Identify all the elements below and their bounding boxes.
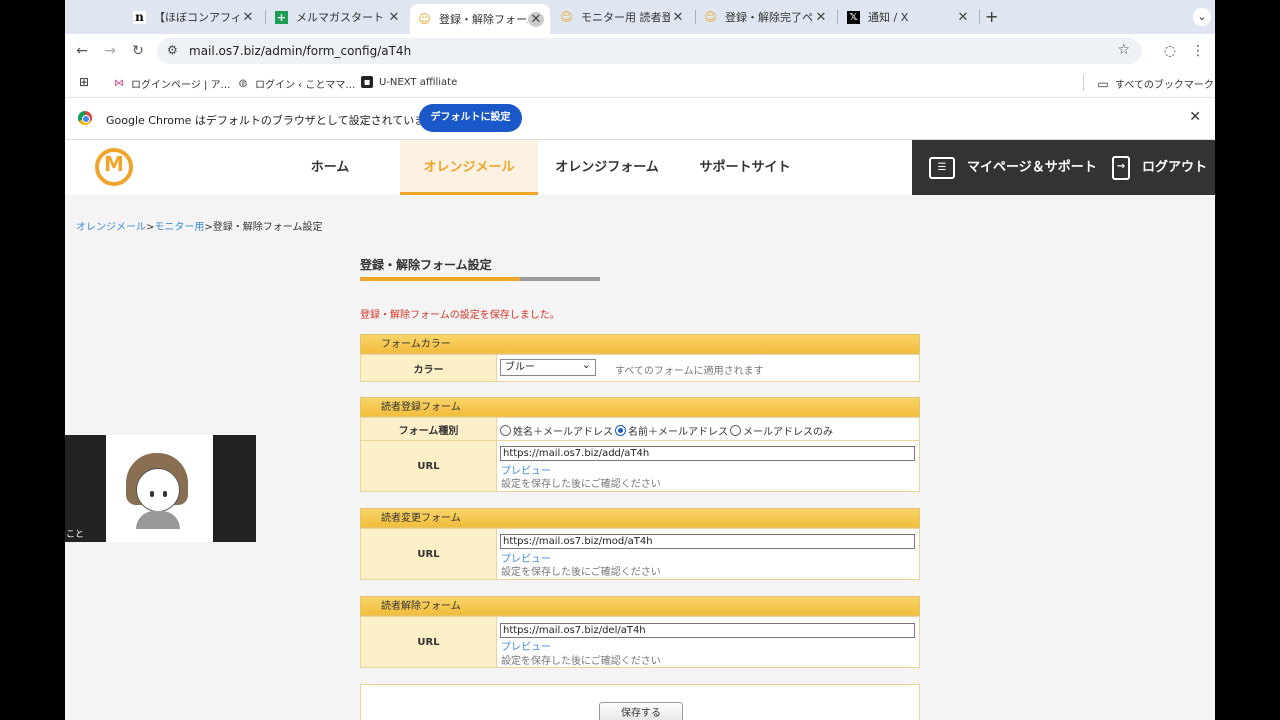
page-title: 登録・解除フォーム設定 xyxy=(360,258,492,272)
register-form-header: 読者登録フォーム xyxy=(360,397,920,417)
breadcrumb: オレンジメール>モニター用>登録・解除フォーム設定 xyxy=(76,222,323,233)
notion-favicon-icon: n xyxy=(133,10,146,24)
bookmark-2[interactable]: ◍ ログイン ‹ ことママ… xyxy=(237,76,356,91)
change-form-header: 読者変更フォーム xyxy=(360,508,920,528)
nav-support-site[interactable]: サポートサイト xyxy=(676,140,814,195)
breadcrumb-orange-mail[interactable]: オレンジメール xyxy=(76,222,146,233)
orange-mail-logo-icon[interactable] xyxy=(95,148,133,186)
register-url-label: URL xyxy=(361,441,497,491)
x-favicon-icon: 𝕏 xyxy=(847,10,860,24)
radio-fullname-email[interactable] xyxy=(500,425,511,436)
tab-5[interactable]: ☺ 登録・解除完了ペー… ✕ xyxy=(696,4,835,30)
title-underline xyxy=(360,277,600,281)
chrome-logo-icon xyxy=(78,111,92,125)
change-note: 設定を保存した後にご確認ください xyxy=(501,567,661,578)
cancel-preview-link[interactable]: プレビュー xyxy=(501,638,551,653)
site-header: ホーム オレンジメール オレンジフォーム サポートサイト ☰ マイページ＆サポー… xyxy=(65,140,1215,195)
extension-icon[interactable]: ◌ xyxy=(1161,42,1179,60)
close-icon[interactable]: ✕ xyxy=(955,10,971,25)
form-type-label: フォーム種別 xyxy=(361,418,497,440)
color-note: すべてのフォームに適用されます xyxy=(615,366,764,377)
bookmark-star-icon[interactable]: ☆ xyxy=(1117,42,1130,58)
close-icon[interactable]: ✕ xyxy=(386,10,402,25)
sheets-favicon-icon: + xyxy=(275,10,288,24)
close-icon[interactable]: ✕ xyxy=(528,11,544,27)
orange-favicon-icon: ☺ xyxy=(704,10,717,24)
bookmarks-bar: ⊞ ⋈ ログインページ | ア… ◍ ログイン ‹ ことママ… ▪ U-NEXT… xyxy=(65,68,1215,98)
reload-icon[interactable]: ↻ xyxy=(129,42,147,60)
site-info-icon[interactable]: ⚙ xyxy=(167,43,178,57)
close-icon[interactable]: ✕ xyxy=(670,10,686,25)
save-button[interactable]: 保存する xyxy=(599,702,683,720)
cancel-form-header: 読者解除フォーム xyxy=(360,596,920,616)
nav-orange-mail[interactable]: オレンジメール xyxy=(400,140,538,195)
set-default-button[interactable]: デフォルトに設定 xyxy=(419,104,522,132)
webcam-overlay: こと xyxy=(65,435,256,542)
close-icon[interactable]: ✕ xyxy=(1189,109,1201,125)
folder-icon: ▭ xyxy=(1097,76,1109,91)
account-nav: ☰ マイページ＆サポート → ログアウト xyxy=(912,140,1215,195)
default-browser-infobar: Google Chrome はデフォルトのブラウザとして設定されていません デフ… xyxy=(65,98,1215,140)
breadcrumb-current: 登録・解除フォーム設定 xyxy=(212,222,323,233)
save-area: 保存する xyxy=(360,684,920,720)
tab-4[interactable]: ☺ モニター用 読者登録 ✕ xyxy=(552,4,692,30)
back-arrow-icon[interactable]: ← xyxy=(73,42,91,60)
change-url-label: URL xyxy=(361,529,497,579)
menu-dots-icon[interactable]: ⋮ xyxy=(1189,42,1207,60)
address-bar-row: ← → ↻ ⚙ mail.os7.biz/admin/form_config/a… xyxy=(65,34,1215,68)
change-form-section: URL https://mail.os7.biz/mod/aT4h プレビュー … xyxy=(360,528,920,580)
omnibox[interactable]: ⚙ mail.os7.biz/admin/form_config/aT4h ☆ xyxy=(157,38,1142,64)
infobar-text: Google Chrome はデフォルトのブラウザとして設定されていません xyxy=(106,114,447,127)
cancel-note: 設定を保存した後にご確認ください xyxy=(501,656,661,667)
browser-window: n 【ほぼコンアフィリ… ✕ + メルマガスタートま… ✕ ☺ 登録・解除フォー… xyxy=(65,0,1215,720)
radio-name-email[interactable] xyxy=(615,425,626,436)
saved-message: 登録・解除フォームの設定を保存しました。 xyxy=(360,310,560,321)
logout-door-icon: → xyxy=(1112,155,1130,180)
breadcrumb-monitor[interactable]: モニター用 xyxy=(154,222,204,233)
avatar xyxy=(106,435,213,542)
register-url-field[interactable]: https://mail.os7.biz/add/aT4h xyxy=(500,446,915,461)
forward-arrow-icon[interactable]: → xyxy=(101,42,119,60)
id-card-icon: ☰ xyxy=(929,156,955,179)
form-type-radios: 姓名＋メールアドレス 名前＋メールアドレス メールアドレスのみ xyxy=(500,423,833,438)
new-tab-plus-icon[interactable]: + xyxy=(985,7,998,26)
tab-2[interactable]: + メルマガスタートま… ✕ xyxy=(267,4,408,30)
close-icon[interactable]: ✕ xyxy=(240,10,256,25)
color-select[interactable]: ブルー xyxy=(500,357,596,376)
nav-mypage-support[interactable]: ☰ マイページ＆サポート xyxy=(929,140,1097,195)
nav-logout[interactable]: → ログアウト xyxy=(1112,140,1207,195)
tab-3-active[interactable]: ☺ 登録・解除フォーム… ✕ xyxy=(410,4,550,34)
form-color-section: カラー ブルー すべてのフォームに適用されます xyxy=(360,354,920,382)
radio-email-only[interactable] xyxy=(730,425,741,436)
orange-favicon-icon: ☺ xyxy=(418,12,431,26)
close-icon[interactable]: ✕ xyxy=(813,10,829,25)
change-url-field[interactable]: https://mail.os7.biz/mod/aT4h xyxy=(500,534,915,549)
tab-6[interactable]: 𝕏 通知 / X ✕ xyxy=(839,4,977,30)
nav-home[interactable]: ホーム xyxy=(261,140,399,195)
wordpress-icon: ◍ xyxy=(238,78,248,89)
color-label: カラー xyxy=(361,355,497,381)
cancel-url-label: URL xyxy=(361,617,497,667)
unext-icon: ▪ xyxy=(361,76,373,88)
bookmark-1[interactable]: ⋈ ログインページ | ア… xyxy=(113,76,231,91)
bow-icon: ⋈ xyxy=(114,78,124,89)
all-bookmarks[interactable]: ▭ すべてのブックマーク xyxy=(1097,76,1214,92)
cancel-form-section: URL https://mail.os7.biz/del/aT4h プレビュー … xyxy=(360,616,920,668)
nav-orange-form[interactable]: オレンジフォーム xyxy=(538,140,676,195)
screen-edge xyxy=(1215,0,1280,720)
register-note: 設定を保存した後にご確認ください xyxy=(501,479,661,490)
tab-strip: n 【ほぼコンアフィリ… ✕ + メルマガスタートま… ✕ ☺ 登録・解除フォー… xyxy=(65,0,1215,34)
url-text[interactable]: mail.os7.biz/admin/form_config/aT4h xyxy=(189,44,411,58)
orange-favicon-icon: ☺ xyxy=(560,10,573,24)
bookmark-3[interactable]: ▪ U-NEXT affiliate xyxy=(361,76,457,88)
tab-1[interactable]: n 【ほぼコンアフィリ… ✕ xyxy=(125,4,262,30)
form-color-header: フォームカラー xyxy=(360,334,920,354)
cancel-url-field[interactable]: https://mail.os7.biz/del/aT4h xyxy=(500,623,915,638)
tab-search-chevron-icon[interactable]: ⌄ xyxy=(1193,8,1211,26)
register-form-section: フォーム種別 姓名＋メールアドレス 名前＋メールアドレス メールアドレスのみ U… xyxy=(360,417,920,492)
webcam-name-label: こと xyxy=(66,530,85,540)
apps-grid-icon[interactable]: ⊞ xyxy=(78,75,96,89)
